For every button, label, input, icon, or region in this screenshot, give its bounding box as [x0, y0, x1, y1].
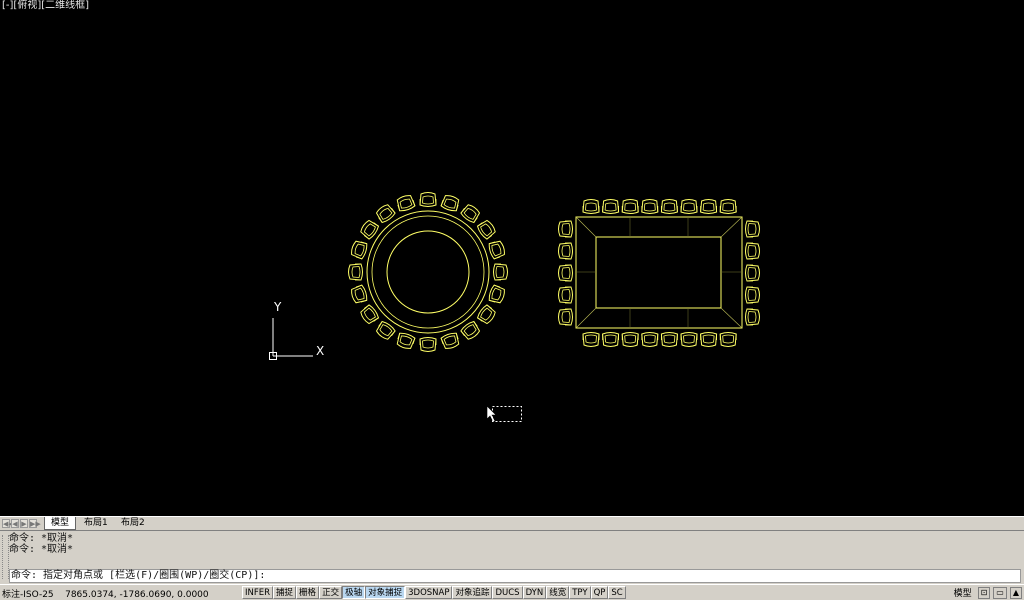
- rectangular-table: [558, 199, 760, 347]
- chair: [660, 199, 678, 214]
- chair: [745, 220, 760, 238]
- status-bar: 标注-ISO-25 7865.0374, -1786.0690, 0.0000 …: [0, 584, 1024, 600]
- chair: [745, 242, 760, 260]
- chair: [488, 284, 505, 304]
- tab-model[interactable]: 模型: [44, 517, 77, 530]
- drafting-toggles: INFER 捕捉 栅格 正交 极轴 对象捕捉 3DOSNAP 对象追踪 DUCS DYN 线宽 TPY…: [242, 586, 626, 599]
- toggle-ducs[interactable]: DUCS: [492, 586, 523, 599]
- layout-tabbar: ◀◀ ◀ ▶ ▶▶ 模型 布局1 布局2: [0, 516, 1024, 530]
- round-table: [348, 192, 508, 352]
- toggle-infer[interactable]: INFER: [242, 586, 274, 599]
- toggle-对象追踪[interactable]: 对象追踪: [452, 586, 493, 599]
- chair: [419, 192, 437, 207]
- quick-view-layouts-icon[interactable]: ⊡: [977, 586, 991, 599]
- chair: [558, 220, 573, 238]
- chair: [375, 320, 396, 340]
- chair: [558, 286, 573, 304]
- chair: [660, 332, 678, 347]
- command-window-grip[interactable]: [2, 535, 9, 579]
- quick-view-drawings-icon[interactable]: ▭: [993, 586, 1007, 599]
- chair: [360, 219, 380, 240]
- chair: [396, 195, 416, 212]
- chair: [680, 199, 698, 214]
- chair: [621, 332, 639, 347]
- chair: [460, 204, 481, 224]
- chair: [558, 242, 573, 260]
- chair: [460, 320, 481, 340]
- tab-first-button[interactable]: ◀◀: [2, 519, 14, 528]
- chair: [351, 284, 368, 304]
- chair: [493, 263, 508, 281]
- selection-window: [492, 406, 522, 422]
- command-input[interactable]: 命令: 指定对角点或 [栏选(F)/圈围(WP)/圈交(CP)]:: [9, 569, 1021, 583]
- tab-prev-button[interactable]: ◀: [11, 519, 19, 528]
- ucs-x-label: X: [316, 344, 324, 358]
- chair: [360, 304, 380, 325]
- chair: [745, 264, 760, 282]
- chair: [719, 199, 737, 214]
- coordinate-readout: 标注-ISO-25 7865.0374, -1786.0690, 0.0000: [2, 587, 209, 600]
- tab-next-button[interactable]: ▶: [20, 519, 28, 528]
- tab-layout2[interactable]: 布局2: [115, 517, 151, 530]
- chair: [375, 204, 396, 224]
- tab-last-button[interactable]: ▶▶: [29, 519, 41, 528]
- command-window: 命令: *取消* 命令: *取消* 命令: 指定对角点或 [栏选(F)/圈围(W…: [0, 530, 1024, 584]
- chair: [700, 332, 718, 347]
- toggle-qp[interactable]: QP: [590, 586, 609, 599]
- toggle-极轴[interactable]: 极轴: [342, 586, 366, 599]
- chair: [700, 199, 718, 214]
- toggle-正交[interactable]: 正交: [319, 586, 343, 599]
- chair: [440, 195, 460, 212]
- chair: [396, 332, 416, 349]
- chair: [558, 308, 573, 326]
- drawing-canvas[interactable]: Y X: [0, 0, 1024, 516]
- command-history: 命令: *取消* 命令: *取消*: [9, 533, 1021, 567]
- chair: [719, 332, 737, 347]
- annotation-style: 标注-ISO-25: [2, 590, 54, 600]
- chair: [476, 219, 496, 240]
- toggle-捕捉[interactable]: 捕捉: [273, 586, 297, 599]
- annotation-scale-icon[interactable]: ▲: [1009, 586, 1022, 599]
- toggle-3dosnap[interactable]: 3DOSNAP: [405, 586, 453, 599]
- chair: [680, 332, 698, 347]
- command-history-line: 命令: *取消*: [9, 544, 74, 555]
- cursor-coordinates: 7865.0374, -1786.0690, 0.0000: [65, 590, 209, 600]
- chair: [476, 304, 496, 325]
- toggle-栅格[interactable]: 栅格: [296, 586, 320, 599]
- chair: [602, 332, 620, 347]
- toggle-线宽[interactable]: 线宽: [546, 586, 570, 599]
- chair: [582, 332, 600, 347]
- chair: [558, 264, 573, 282]
- ucs-icon: Y X: [269, 300, 324, 360]
- chair: [641, 199, 659, 214]
- chair: [621, 199, 639, 214]
- chair: [351, 240, 368, 260]
- chair: [488, 240, 505, 260]
- toggle-sc[interactable]: SC: [608, 586, 626, 599]
- command-history-line: 命令: *取消*: [9, 533, 74, 544]
- toggle-对象捕捉[interactable]: 对象捕捉: [365, 586, 406, 599]
- chair: [745, 286, 760, 304]
- status-tray: 模型 ⊡ ▭ ▲: [951, 586, 1022, 599]
- chair: [602, 199, 620, 214]
- chair: [419, 337, 437, 352]
- toggle-tpy[interactable]: TPY: [569, 586, 591, 599]
- chair: [440, 332, 460, 349]
- model-space-toggle[interactable]: 模型: [951, 586, 975, 599]
- chair: [582, 199, 600, 214]
- tab-layout1[interactable]: 布局1: [78, 517, 114, 530]
- toggle-dyn[interactable]: DYN: [522, 586, 547, 599]
- chair: [641, 332, 659, 347]
- chair: [745, 308, 760, 326]
- mouse-cursor: [486, 405, 497, 423]
- chair: [348, 263, 363, 281]
- ucs-y-label: Y: [273, 300, 282, 314]
